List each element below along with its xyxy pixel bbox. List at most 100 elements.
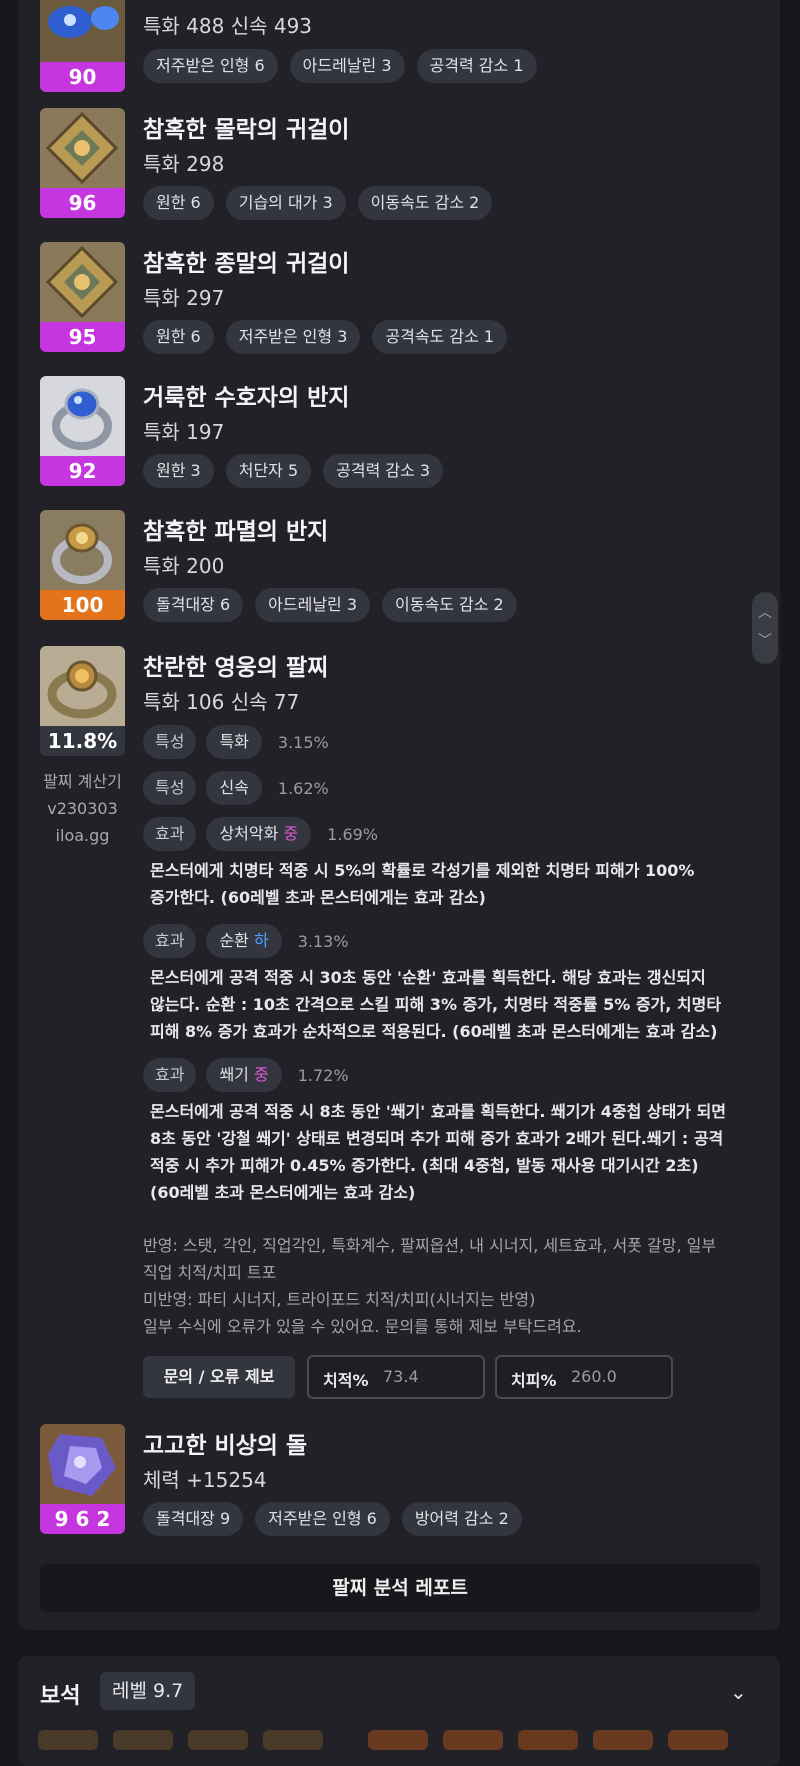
calculator-info: 팔찌 계산기 v230303 iloa.gg: [40, 768, 125, 849]
item-thumbnail: 92: [40, 376, 125, 486]
note-line: 직업 치적/치피 트포: [143, 1263, 277, 1282]
crit-damage-field[interactable]: 치피% 260.0: [495, 1355, 673, 1399]
engraving-chip: 저주받은 인형 3: [225, 320, 361, 354]
option-label: 상처악화: [219, 824, 279, 843]
option-percent: 3.15%: [277, 732, 329, 752]
crit-damage-value[interactable]: 260.0: [571, 1367, 617, 1386]
option-label-group: 쐐기 중: [206, 1058, 282, 1092]
option-description: 몬스터에게 공격 적중 시 8초 동안 '쐐기' 효과를 획득한다. 쐐기가 4…: [150, 1098, 750, 1206]
quality-badge: 96: [40, 188, 125, 218]
item-thumbnail: 9 6 2: [40, 1424, 125, 1534]
bracelet-percent-badge: 11.8%: [40, 726, 125, 756]
engraving-chip: 이동속도 감소 2: [382, 588, 517, 622]
note-line: 반영: 스탯, 각인, 직업각인, 특화계수, 팔찌옵션, 내 시너지, 세트효…: [143, 1236, 717, 1255]
gem-thumbnail[interactable]: [368, 1730, 428, 1750]
option-percent: 1.62%: [277, 778, 329, 798]
option-label-group: 상처악화 중: [206, 817, 312, 851]
option-label: 특화: [206, 725, 262, 759]
description-line: 피해 8% 증가 효과가 순차적으로 적용된다. (60레벨 초과 몬스터에게는…: [150, 1022, 718, 1041]
description-line: 적중 시 추가 피해가 0.45% 증가한다. (최대 4중첩, 발동 재사용 …: [150, 1156, 699, 1175]
engraving-chip: 공격력 감소 1: [416, 49, 537, 83]
description-line: (60레벨 초과 몬스터에게는 효과 감소): [150, 1183, 416, 1202]
option-label-group: 순환 하: [206, 924, 282, 958]
engraving-chip: 방어력 감소 2: [401, 1502, 522, 1536]
bracelet-option-row: 효과 상처악화 중 1.69%: [143, 817, 378, 851]
crit-damage-label: 치피%: [511, 1371, 557, 1390]
gem-thumbnail[interactable]: [113, 1730, 173, 1750]
item-name: 참혹한 종말의 귀걸이: [143, 251, 350, 277]
gem-thumbnail[interactable]: [518, 1730, 578, 1750]
engraving-chip: 원한 6: [143, 320, 214, 354]
ability-stone-icon: [40, 1424, 125, 1504]
engraving-chip: 공격력 감소 3: [323, 454, 444, 488]
engraving-chip: 아드레날린 3: [255, 588, 371, 622]
calculator-notes: 반영: 스탯, 각인, 직업각인, 특화계수, 팔찌옵션, 내 시너지, 세트효…: [143, 1232, 753, 1340]
description-line: 않는다. 순환 : 10초 간격으로 스킬 피해 3% 증가, 치명타 적중률 …: [150, 995, 722, 1014]
chevron-up-icon[interactable]: ︿: [752, 602, 778, 622]
item-thumbnail: 96: [40, 108, 125, 218]
gem-thumbnail[interactable]: [188, 1730, 248, 1750]
earring-icon: [40, 242, 125, 322]
option-type: 효과: [143, 817, 197, 851]
description-line: 8초 동안 '강철 쐐기' 상태로 변경되며 추가 피해 증가 효과가 2배가 …: [150, 1129, 724, 1148]
gems-card[interactable]: 보석 레벨 9.7 ⌄: [18, 1656, 780, 1766]
earring-icon: [40, 108, 125, 188]
chevron-down-icon[interactable]: ﹀: [752, 630, 778, 650]
bracelet-option-row: 효과 순환 하 3.13%: [143, 924, 349, 958]
bracelet-icon: [40, 646, 125, 726]
item-stat: 특화 106 신속 77: [143, 690, 300, 714]
crit-rate-value[interactable]: 73.4: [383, 1367, 419, 1386]
bracelet-analysis-report-button[interactable]: 팔찌 분석 레포트: [40, 1564, 760, 1612]
gem-thumbnail[interactable]: [263, 1730, 323, 1750]
engraving-chip: 아드레날린 3: [289, 49, 405, 83]
description-line: 증가한다. (60레벨 초과 몬스터에게는 효과 감소): [150, 888, 486, 907]
option-type: 특성: [143, 725, 197, 759]
gem-thumbnail[interactable]: [668, 1730, 728, 1750]
description-line: 몬스터에게 치명타 적중 시 5%의 확률로 각성기를 제외한 치명타 피해가 …: [150, 861, 695, 880]
item-stat: 특화 298: [143, 152, 225, 176]
item-name: 거룩한 수호자의 반지: [143, 385, 350, 411]
chevron-down-icon[interactable]: ⌄: [730, 1680, 747, 1704]
option-grade: 중: [254, 1065, 269, 1084]
item-stat: 특화 297: [143, 286, 225, 310]
item-thumbnail: 95: [40, 242, 125, 352]
option-label: 쐐기: [219, 1065, 249, 1084]
option-percent: 1.72%: [297, 1065, 349, 1085]
item-stat: 특화 200: [143, 554, 225, 578]
crit-rate-field[interactable]: 치적% 73.4: [307, 1355, 485, 1399]
engraving-chip: 원한 3: [143, 454, 214, 488]
item-thumbnail: 100: [40, 510, 125, 620]
item-name: 찬란한 영웅의 팔찌: [143, 655, 329, 681]
calculator-version: v230303: [47, 799, 118, 818]
scroll-widget[interactable]: ︿ ﹀: [752, 592, 778, 664]
gem-thumbnail[interactable]: [443, 1730, 503, 1750]
engraving-chip: 저주받은 인형 6: [255, 1502, 390, 1536]
option-description: 몬스터에게 치명타 적중 시 5%의 확률로 각성기를 제외한 치명타 피해가 …: [150, 857, 750, 911]
option-label: 순환: [219, 931, 249, 950]
calculator-title: 팔찌 계산기: [43, 772, 122, 791]
crit-rate-label: 치적%: [323, 1371, 369, 1390]
engraving-chip: 처단자 5: [225, 454, 312, 488]
note-line: 일부 수식에 오류가 있을 수 있어요. 문의를 통해 제보 부탁드려요.: [143, 1317, 582, 1336]
option-type: 특성: [143, 771, 197, 805]
option-type: 효과: [143, 924, 197, 958]
option-label: 신속: [206, 771, 262, 805]
option-description: 몬스터에게 공격 적중 시 30초 동안 '순환' 효과를 획득한다. 해당 효…: [150, 964, 750, 1045]
engraving-chip: 저주받은 인형 6: [143, 49, 278, 83]
engraving-chip: 돌격대장 6: [143, 588, 244, 622]
gem-thumbnail[interactable]: [593, 1730, 653, 1750]
gem-thumbnail[interactable]: [38, 1730, 98, 1750]
item-stat: 특화 488 신속 493: [143, 14, 313, 38]
report-error-button[interactable]: 문의 / 오류 제보: [143, 1356, 295, 1398]
quality-badge: 95: [40, 322, 125, 352]
gems-level-badge: 레벨 9.7: [100, 1672, 196, 1710]
quality-badge: 90: [40, 62, 125, 92]
description-line: 몬스터에게 공격 적중 시 30초 동안 '순환' 효과를 획득한다. 해당 효…: [150, 968, 706, 987]
calculator-site: iloa.gg: [55, 826, 110, 845]
item-name: 참혹한 몰락의 귀걸이: [143, 117, 350, 143]
quality-badge: 100: [40, 590, 125, 620]
item-thumbnail: 11.8%: [40, 646, 125, 756]
engraving-chip: 이동속도 감소 2: [357, 186, 493, 220]
option-type: 효과: [143, 1058, 197, 1092]
option-percent: 3.13%: [297, 931, 349, 951]
